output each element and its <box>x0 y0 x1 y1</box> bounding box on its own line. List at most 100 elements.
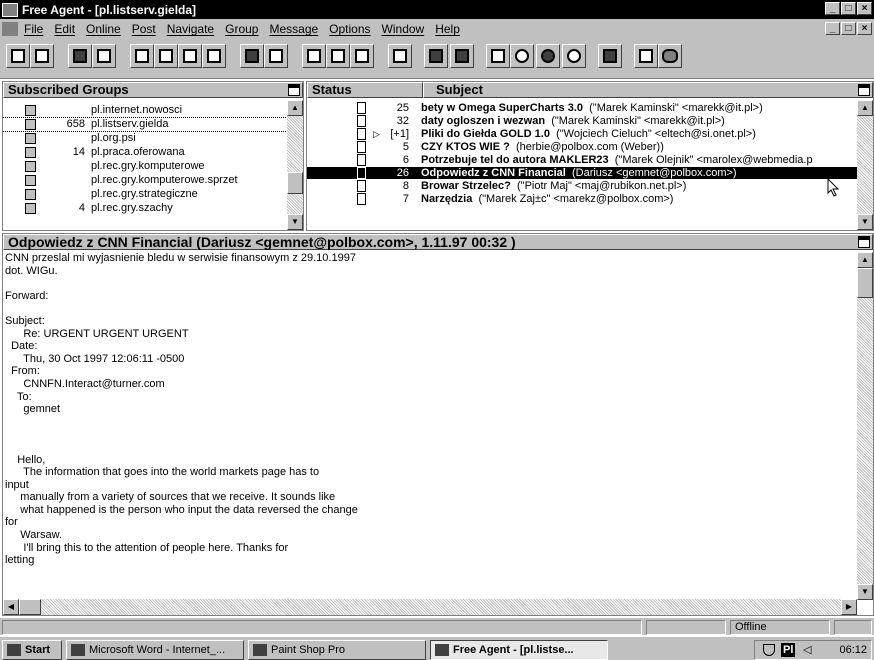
maximize-button[interactable]: □ <box>841 2 856 15</box>
line-count: 5 <box>402 141 409 153</box>
menu-help[interactable]: Help <box>435 22 460 36</box>
group-row[interactable]: pl.rec.gry.komputerowe.sprzet <box>3 174 289 187</box>
toolbar-button[interactable] <box>30 44 54 68</box>
message-header[interactable]: Odpowiedz z CNN Financial (Dariusz <gemn… <box>3 234 873 250</box>
window-titlebar[interactable]: Free Agent - [pl.listserv.gielda] _ □ × <box>0 0 874 19</box>
document-icon <box>357 115 366 127</box>
toolbar-button[interactable] <box>598 44 622 68</box>
article-row[interactable]: 5 CZY KTOS WIE ? (herbie@polbox.com (Webe… <box>307 141 873 153</box>
subject-column-header[interactable]: Subject <box>423 82 873 98</box>
mdi-close-button[interactable]: × <box>857 22 872 35</box>
menu-file[interactable]: File <box>24 22 43 36</box>
language-indicator[interactable]: Pl <box>781 643 796 657</box>
toolbar-button[interactable] <box>6 44 30 68</box>
scroll-thumb[interactable] <box>857 268 873 298</box>
taskbar-freeagent[interactable]: Free Agent - [pl.listse... <box>430 640 608 660</box>
scroll-up-icon[interactable]: ▲ <box>287 100 303 116</box>
menu-window[interactable]: Window <box>382 22 425 36</box>
toolbar-button[interactable] <box>350 44 374 68</box>
newsgroup-icon <box>25 119 36 130</box>
article-author: ("Marek Zaj±c" <marekz@polbox.com>) <box>478 193 674 205</box>
group-row[interactable]: 4 pl.rec.gry.szachy <box>3 202 289 215</box>
toolbar-button[interactable] <box>536 44 560 68</box>
toolbar-button[interactable] <box>202 44 226 68</box>
group-row[interactable]: pl.internet.nowosci <box>3 104 289 117</box>
system-tray: Pl ◁ 06:12 <box>754 640 872 660</box>
scroll-up-icon[interactable]: ▲ <box>857 252 873 268</box>
binary-icon <box>393 49 407 63</box>
toolbar-button[interactable] <box>388 44 412 68</box>
scroll-down-icon[interactable]: ▼ <box>857 584 873 600</box>
toolbar-button[interactable] <box>302 44 326 68</box>
toolbar-button[interactable] <box>510 44 534 68</box>
toolbar-button[interactable] <box>634 44 658 68</box>
group-name: pl.org.psi <box>91 132 136 144</box>
toolbar-button[interactable] <box>68 44 92 68</box>
toolbar-button[interactable] <box>486 44 510 68</box>
mdi-minimize-button[interactable]: _ <box>825 22 840 35</box>
group-row[interactable]: pl.rec.gry.strategiczne <box>3 188 289 201</box>
scroll-thumb[interactable] <box>287 172 303 194</box>
group-row[interactable]: 658 pl.listserv.gielda <box>3 117 290 132</box>
pane-maximize-icon[interactable] <box>858 84 870 96</box>
article-row[interactable]: 32 daty ogloszen i wezwan ("Marek Kaminsk… <box>307 115 873 127</box>
groups-scrollbar[interactable]: ▲ ▼ <box>287 100 303 230</box>
scroll-up-icon[interactable]: ▲ <box>857 100 873 116</box>
article-row[interactable]: 6 Potrzebuje tel do autora MAKLER23 ("Mar… <box>307 154 873 166</box>
message-vscrollbar[interactable]: ▲ ▼ <box>857 252 873 600</box>
speaker-icon[interactable]: ◁ <box>803 641 811 659</box>
toolbar-button[interactable] <box>450 44 474 68</box>
toolbar-button[interactable] <box>326 44 350 68</box>
start-button[interactable]: Start <box>2 640 62 660</box>
message-hscrollbar[interactable]: ◀ ▶ <box>3 599 857 615</box>
scroll-right-icon[interactable]: ▶ <box>841 599 857 615</box>
menu-options[interactable]: Options <box>329 22 370 36</box>
scroll-down-icon[interactable]: ▼ <box>857 214 873 230</box>
mdi-restore-button[interactable]: □ <box>841 22 856 35</box>
toolbar-button[interactable] <box>264 44 288 68</box>
group-row[interactable]: 14 pl.praca.oferowana <box>3 146 289 159</box>
status-column-header[interactable]: Status <box>307 82 423 98</box>
pane-maximize-icon[interactable] <box>288 84 300 96</box>
article-row[interactable]: 25 bety w Omega SuperCharts 3.0 ("Marek K… <box>307 102 873 114</box>
minimize-button[interactable]: _ <box>825 2 840 15</box>
group-row[interactable]: pl.rec.gry.komputerowe <box>3 160 289 173</box>
taskbar-word[interactable]: Microsoft Word - Internet_... <box>66 640 244 660</box>
toolbar-button[interactable] <box>240 44 264 68</box>
taskbar-paintshop[interactable]: Paint Shop Pro <box>248 640 426 660</box>
menu-group[interactable]: Group <box>225 22 258 36</box>
article-row[interactable]: 8 Browar Strzelec? ("Piotr Maj" <maj@rubi… <box>307 180 873 192</box>
menu-message[interactable]: Message <box>269 22 318 36</box>
menu-edit[interactable]: Edit <box>54 22 75 36</box>
toolbar-button[interactable] <box>658 44 682 68</box>
document-icon[interactable] <box>2 22 18 36</box>
message-body[interactable]: CNN przeslal mi wyjasnienie bledu w serw… <box>5 252 358 567</box>
article-row[interactable]: ▷ [+1] Pliki do Giełda GOLD 1.0 ("Wojciech… <box>307 128 873 140</box>
toolbar-button[interactable] <box>424 44 448 68</box>
app-icon[interactable] <box>2 2 18 17</box>
menu-online[interactable]: Online <box>86 22 121 36</box>
toolbar-button[interactable] <box>178 44 202 68</box>
pane-maximize-icon[interactable] <box>858 236 870 248</box>
articles-scrollbar[interactable]: ▲ ▼ <box>857 100 873 230</box>
toolbar-button[interactable] <box>562 44 586 68</box>
toolbar-button[interactable] <box>92 44 116 68</box>
articles-pane: Status Subject 25 bety w Omega SuperChart… <box>306 81 874 231</box>
newsgroup-icon <box>25 161 36 172</box>
groups-pane-header[interactable]: Subscribed Groups <box>3 82 303 98</box>
menu-post[interactable]: Post <box>132 22 156 36</box>
article-row-selected[interactable]: 26 Odpowiedz z CNN Financial (Dariusz <ge… <box>307 167 873 179</box>
article-subject: bety w Omega SuperCharts 3.0 <box>421 102 583 114</box>
scroll-thumb[interactable] <box>19 599 41 615</box>
article-row[interactable]: 7 Narzędzia ("Marek Zaj±c" <marekz@polbox… <box>307 193 873 205</box>
document-icon <box>357 128 366 140</box>
free-agent-icon <box>435 644 449 656</box>
group-row[interactable]: pl.org.psi <box>3 132 289 145</box>
shield-icon[interactable] <box>763 644 775 656</box>
toolbar-button[interactable] <box>154 44 178 68</box>
toolbar-button[interactable] <box>130 44 154 68</box>
menu-navigate[interactable]: Navigate <box>167 22 214 36</box>
close-button[interactable]: × <box>857 2 872 15</box>
scroll-left-icon[interactable]: ◀ <box>3 599 19 615</box>
scroll-down-icon[interactable]: ▼ <box>287 214 303 230</box>
